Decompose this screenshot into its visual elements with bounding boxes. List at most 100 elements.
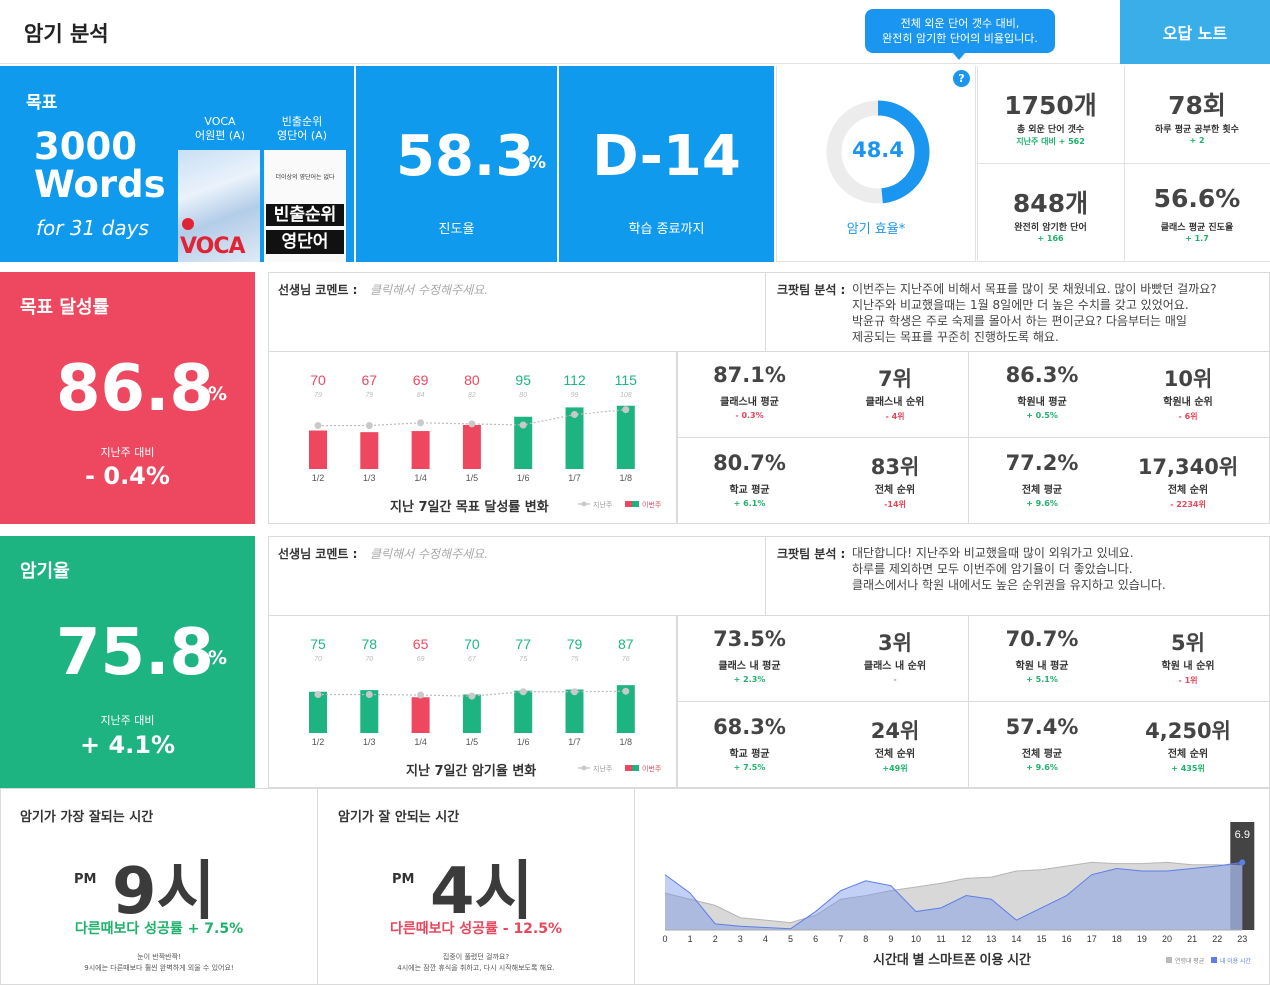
rank-label: 전체 순위 (1167, 749, 1209, 760)
bar-value-label: 67 (362, 372, 378, 388)
note-line: 9시에는 다른때보다 훨씬 완벽하게 외울 수 있어요! (84, 964, 234, 972)
last-week-value-label: 75 (571, 656, 579, 663)
x-tick-label: 15 (1036, 934, 1046, 944)
rank-label: 전체 순위 (874, 749, 916, 760)
memory-rate-value: 75.8 (56, 616, 214, 690)
rank-delta: + 5.1% (1026, 675, 1058, 684)
rank-delta: + 2.3% (733, 675, 766, 684)
progress-unit: % (529, 153, 547, 173)
last-week-point (571, 688, 578, 696)
target-rate-title: 목표 달성률 (20, 297, 110, 318)
legend-this-swatch (632, 501, 639, 507)
best-time-title: 암기가 가장 잘되는 시간 (20, 810, 154, 825)
last-week-point (571, 411, 578, 419)
stat-value: 1750개 (1004, 91, 1097, 120)
rank-value: 57.4% (1005, 715, 1079, 739)
last-week-point (519, 421, 527, 429)
x-tick-label: 1/2 (312, 737, 325, 747)
wrong-note-button[interactable]: 오답 노트 (1120, 0, 1270, 64)
phone-chart-title: 시간대 별 스마트폰 이용 시간 (873, 952, 1031, 967)
last-week-point (417, 691, 425, 699)
last-week-value-label: 82 (468, 392, 476, 399)
x-tick-label: 1/6 (517, 737, 530, 747)
rank-label: 클래스 내 평균 (718, 661, 781, 672)
progress-value: 58.3 (396, 124, 535, 189)
stat-delta: + 166 (1037, 234, 1064, 243)
bar (360, 432, 379, 469)
book2-caption: 빈출순위 영단어 (A) (262, 115, 342, 143)
bar-value-label: 78 (362, 636, 378, 652)
x-tick-label: 8 (863, 934, 868, 944)
bar-value-label: 70 (464, 636, 480, 652)
teacher-comment-input[interactable]: 클릭해서 수정해주세요. (370, 545, 488, 562)
page-title: 암기 분석 (24, 22, 109, 46)
help-icon[interactable]: ? (953, 70, 970, 87)
bar-value-label: 70 (310, 372, 326, 388)
bar (462, 694, 481, 733)
stat-label: 총 외운 단어 갯수 (1016, 125, 1085, 135)
stat-value: 78회 (1168, 91, 1226, 120)
bar-value-label: 77 (515, 636, 531, 652)
phone-usage-area-chart: 6.90 1 2 3 4 5 6 7 8 9 10 11 12 13 14 15 16 17 18 19 20 21 22 2… (662, 822, 1255, 967)
x-tick-label: 7 (838, 934, 843, 944)
best-time-ampm: PM (74, 872, 97, 887)
bar-value-label: 69 (413, 372, 429, 388)
last-week-value-label: 67 (468, 656, 477, 663)
x-tick-label: 20 (1162, 934, 1172, 944)
rank-delta: - (893, 675, 897, 684)
x-tick-label: 21 (1187, 934, 1197, 944)
bar (309, 430, 327, 469)
last-week-point (365, 691, 373, 698)
grid-divider (677, 701, 1270, 702)
last-week-value-label: 70 (365, 656, 373, 663)
rank-label: 클래스내 평균 (720, 397, 779, 408)
legend-last-swatch (581, 765, 587, 771)
memory-rate-sub: 지난주 대비 (100, 714, 155, 727)
stat-value: 848개 (1012, 189, 1089, 218)
x-tick-label: 10 (911, 934, 921, 944)
rank-value: 70.7% (1005, 627, 1079, 651)
teacher-comment-input[interactable]: 클릭해서 수정해주세요. (370, 281, 488, 298)
last-week-point (468, 692, 476, 700)
grid-divider (677, 437, 1270, 438)
rank-value: 83위 (870, 455, 920, 479)
x-tick-label: 1/5 (466, 473, 479, 483)
last-week-value-label: 99 (571, 392, 579, 399)
dday-value: D-14 (592, 124, 741, 189)
x-tick-label: 6 (813, 934, 818, 944)
legend-last-label: 지난주 (593, 764, 613, 773)
rank-label: 클래스내 순위 (865, 397, 925, 408)
target-rate-sub: 지난주 대비 (100, 446, 155, 459)
rank-label: 학원내 순위 (1163, 397, 1213, 408)
analysis-text: 이번주는 지난주에 비해서 목표를 많이 못 채웠네요. 많이 바빴던 걸까요?… (852, 281, 1262, 345)
dday-label: 학습 종료까지 (628, 222, 705, 237)
rank-delta: - 0.3% (735, 411, 764, 420)
rank-delta: + 0.5% (1026, 411, 1058, 420)
legend-mine-label: 내 이용 시간 (1220, 957, 1251, 965)
rank-value: 17,340위 (1137, 455, 1239, 479)
book1-caption: VOCA 어원편 (A) (180, 115, 260, 143)
target-rate-value: 86.8 (56, 352, 214, 426)
x-tick-label: 1/8 (620, 473, 633, 483)
bar (411, 697, 430, 733)
rank-delta: + 6.1% (733, 499, 766, 508)
last-week-value-label: 70 (314, 656, 322, 663)
tooltip-line: 완전히 암기한 단어의 비율입니다. (882, 32, 1038, 45)
efficiency-value: 48.4 (852, 138, 904, 162)
last-week-value-label: 79 (314, 392, 322, 399)
x-tick-label: 17 (1087, 934, 1097, 944)
rank-delta: - 2234위 (1170, 500, 1206, 509)
analysis-line: 지난주와 비교했을때는 1월 8일에만 더 높은 수치를 갖고 있었어요. (852, 298, 1189, 312)
rank-delta: + 7.5% (733, 763, 766, 772)
efficiency-tooltip: 전체 외운 단어 갯수 대비, 완전히 암기한 단어의 비율입니다. (865, 9, 1055, 53)
memory-rate-title: 암기율 (20, 561, 70, 582)
efficiency-label: 암기 효율* (846, 222, 906, 237)
note-line: 4시에는 잠깐 휴식을 취하고, 다시 시작해보도록 해요. (397, 964, 555, 972)
bar-value-label: 79 (567, 636, 583, 652)
last-week-point (365, 422, 373, 430)
rank-label: 전체 평균 (1021, 485, 1063, 496)
last-week-value-label: 84 (417, 392, 425, 399)
bar (616, 405, 635, 469)
teacher-comment-label: 선생님 코멘트 : (278, 547, 358, 561)
highlight-point (1239, 859, 1246, 866)
